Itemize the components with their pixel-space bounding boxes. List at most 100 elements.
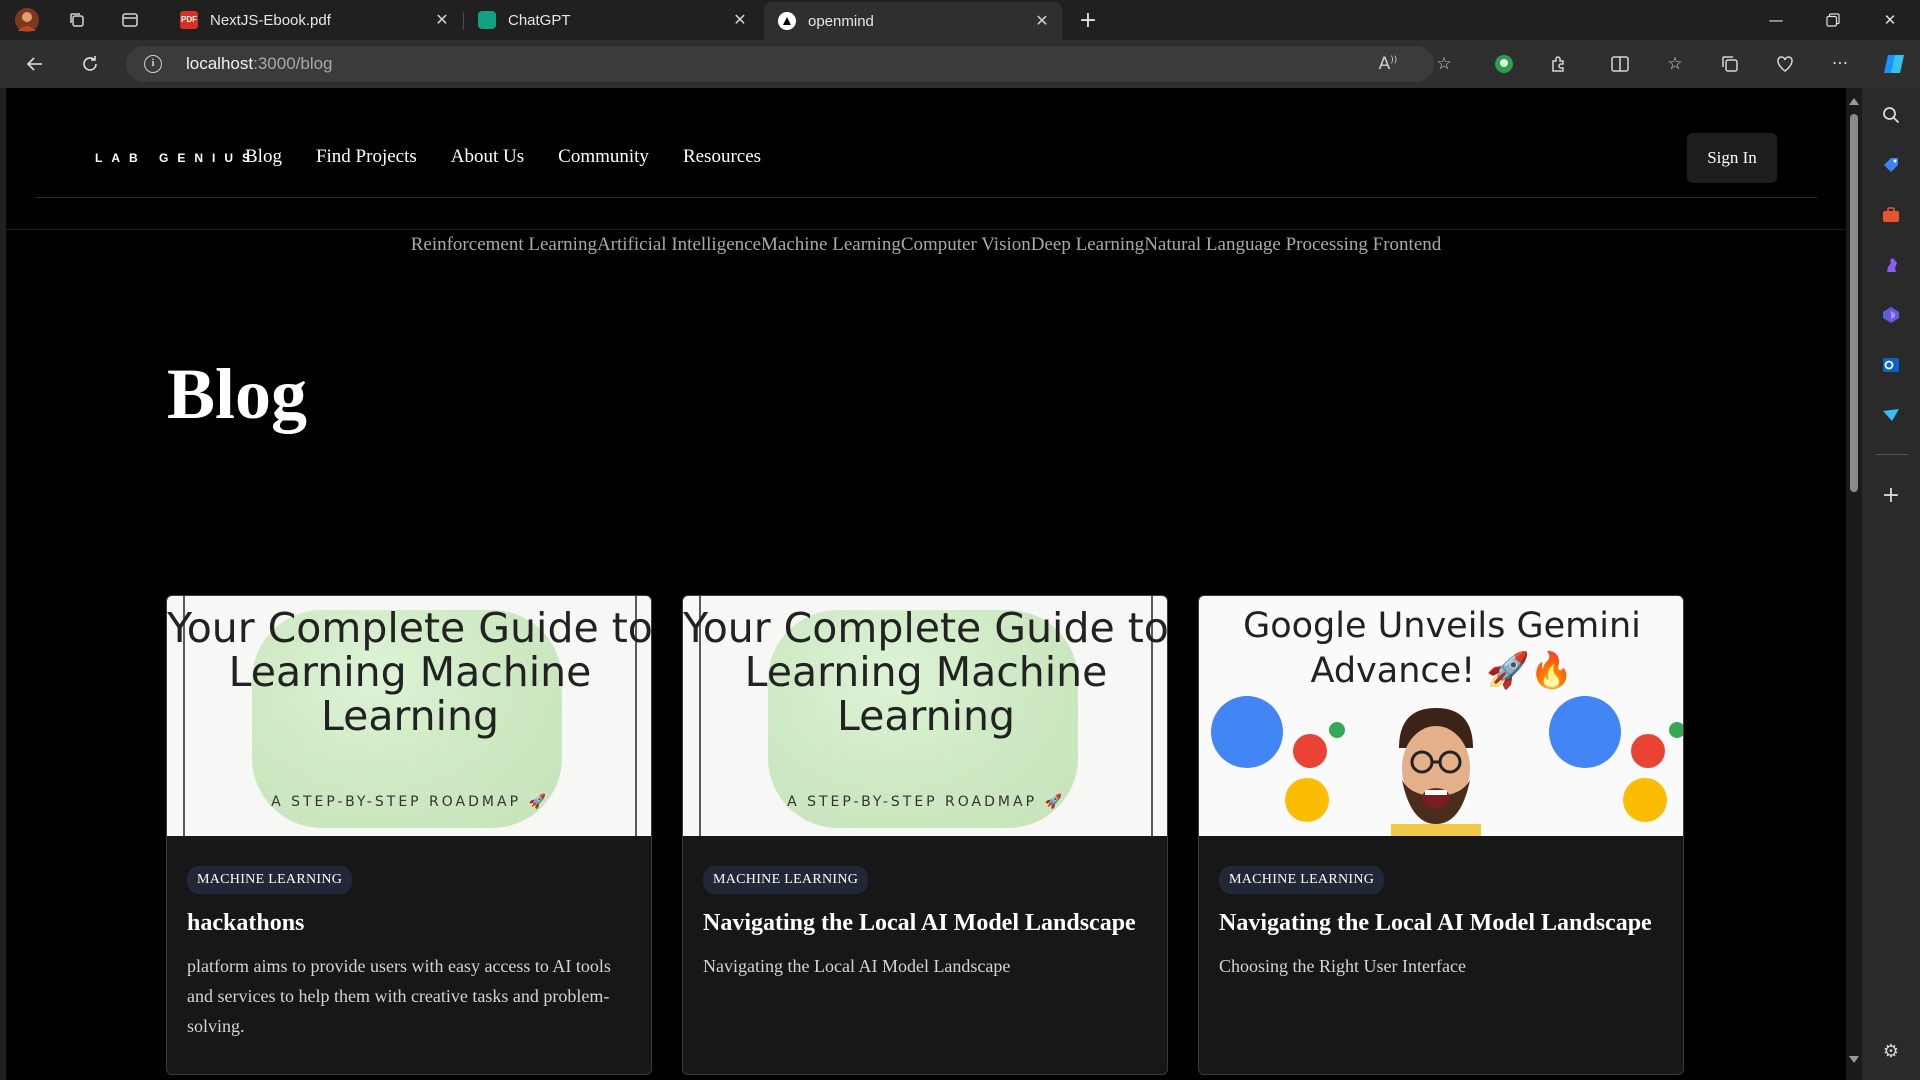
browser-toolbar: i localhost:3000/blog A)) ☆ ☆ ··· — [0, 40, 1920, 88]
settings-gear-icon[interactable]: ⚙ — [1878, 1038, 1904, 1064]
tools-briefcase-icon[interactable] — [1878, 202, 1904, 228]
category-computer-vision[interactable]: Computer Vision — [901, 234, 1031, 255]
add-sidebar-app-icon[interactable]: + — [1878, 482, 1904, 508]
google-dot-blue — [1211, 696, 1283, 768]
chatgpt-icon — [478, 11, 496, 29]
card-title[interactable]: Navigating the Local AI Model Landscape — [1219, 906, 1665, 941]
card-title[interactable]: hackathons — [187, 906, 633, 941]
google-dot-red — [1631, 734, 1665, 768]
minimize-icon[interactable]: — — [1748, 0, 1804, 40]
openmind-icon — [778, 12, 796, 30]
main-nav: Blog Find Projects About Us Community Re… — [245, 146, 795, 168]
restore-icon[interactable] — [1805, 0, 1861, 40]
category-artificial-intelligence[interactable]: Artificial Intelligence — [597, 234, 761, 255]
browser-essentials-icon[interactable] — [1771, 50, 1799, 78]
blog-card[interactable]: Your Complete Guide to Learning Machine … — [682, 595, 1168, 1075]
web-page: LAB GENIUS Blog Find Projects About Us C… — [6, 88, 1846, 1080]
new-tab-icon[interactable]: + — [1072, 6, 1104, 34]
category-natural-language-processing[interactable]: Natural Language Processing — [1144, 234, 1368, 255]
category-reinforcement-learning[interactable]: Reinforcement Learning — [411, 234, 597, 255]
address-bar[interactable]: i localhost:3000/blog A)) ☆ — [126, 46, 1452, 82]
profile-avatar-icon[interactable] — [13, 6, 41, 34]
card-thumbnail-image: Your Complete Guide to Learning Machine … — [167, 596, 652, 836]
google-dot-green — [1669, 722, 1683, 738]
nav-find-projects[interactable]: Find Projects — [316, 146, 417, 168]
tab-nextjs-ebook[interactable]: PDF NextJS-Ebook.pdf ✕ — [166, 0, 462, 40]
card-body: MACHINE LEARNING Navigating the Local AI… — [1219, 866, 1665, 981]
thumbnail-subtitle: A STEP-BY-STEP ROADMAP 🚀 — [787, 794, 1065, 810]
category-tag[interactable]: MACHINE LEARNING — [187, 866, 353, 894]
drop-send-icon[interactable] — [1878, 402, 1904, 428]
blog-card[interactable]: Your Complete Guide to Learning Machine … — [166, 595, 652, 1075]
scroll-up-arrow-icon[interactable] — [1849, 98, 1859, 105]
browser-tab-bar: PDF NextJS-Ebook.pdf ✕ ChatGPT ✕ openmin… — [0, 0, 1920, 40]
google-dot-yellow — [1623, 778, 1667, 822]
brand-logo[interactable]: LAB GENIUS — [95, 151, 259, 165]
card-description: platform aims to provide users with easy… — [187, 956, 611, 1036]
page-scrollbar[interactable] — [1846, 88, 1862, 1080]
page-title: Blog — [167, 354, 308, 434]
close-tab-icon[interactable]: ✕ — [1028, 11, 1056, 31]
search-icon[interactable] — [1878, 102, 1904, 128]
tab-title: ChatGPT — [508, 11, 571, 29]
nav-blog[interactable]: Blog — [245, 146, 282, 168]
category-machine-learning[interactable]: Machine Learning — [761, 234, 901, 255]
thumbnail-title: Google Unveils Gemini Advance! 🚀🔥 — [1243, 606, 1641, 691]
card-body: MACHINE LEARNING hackathons platform aim… — [187, 866, 633, 1041]
excited-man-illustration — [1391, 708, 1481, 836]
site-header: LAB GENIUS Blog Find Projects About Us C… — [35, 88, 1817, 198]
site-info-icon[interactable]: i — [144, 55, 162, 73]
workspaces-icon[interactable] — [63, 6, 91, 34]
category-deep-learning[interactable]: Deep Learning — [1031, 234, 1144, 255]
url-text[interactable]: localhost:3000/blog — [186, 54, 333, 74]
category-frontend[interactable]: Frontend — [1368, 234, 1442, 255]
card-body: MACHINE LEARNING Navigating the Local AI… — [703, 866, 1149, 981]
category-tag[interactable]: MACHINE LEARNING — [703, 866, 869, 894]
shopping-tag-icon[interactable] — [1878, 152, 1904, 178]
scroll-down-arrow-icon[interactable] — [1849, 1056, 1859, 1063]
vertical-tabs-icon[interactable] — [116, 6, 144, 34]
category-bar: Reinforcement LearningArtificial Intelli… — [6, 234, 1846, 256]
extension-green-icon[interactable] — [1490, 50, 1518, 78]
favorites-icon[interactable]: ☆ — [1661, 50, 1689, 78]
blog-card[interactable]: Google Unveils Gemini Advance! 🚀🔥 MACHIN… — [1198, 595, 1684, 1075]
card-thumbnail-image: Google Unveils Gemini Advance! 🚀🔥 — [1199, 596, 1683, 836]
tab-title: openmind — [808, 12, 874, 30]
back-arrow-icon[interactable] — [19, 48, 51, 80]
close-tab-icon[interactable]: ✕ — [428, 10, 456, 30]
games-chess-icon[interactable] — [1878, 252, 1904, 278]
pdf-icon: PDF — [180, 11, 198, 29]
split-screen-icon[interactable] — [1606, 50, 1634, 78]
tab-openmind[interactable]: openmind ✕ — [764, 2, 1062, 40]
sign-in-button[interactable]: Sign In — [1687, 133, 1777, 183]
tab-title: NextJS-Ebook.pdf — [210, 11, 331, 29]
google-dot-blue — [1549, 696, 1621, 768]
collections-icon[interactable] — [1716, 50, 1744, 78]
edge-sidebar: + ⚙ — [1862, 88, 1920, 1080]
copilot-icon[interactable] — [1880, 50, 1908, 78]
microsoft-365-icon[interactable] — [1878, 302, 1904, 328]
thumbnail-title: Your Complete Guide to Learning Machine … — [683, 604, 1168, 740]
category-tag[interactable]: MACHINE LEARNING — [1219, 866, 1385, 894]
outlook-icon[interactable] — [1878, 352, 1904, 378]
thumbnail-subtitle: A STEP-BY-STEP ROADMAP 🚀 — [271, 794, 549, 810]
read-aloud-icon[interactable]: A)) — [1376, 54, 1400, 74]
tab-chatgpt[interactable]: ChatGPT ✕ — [464, 0, 760, 40]
scroll-thumb[interactable] — [1850, 114, 1858, 492]
google-dot-yellow — [1285, 778, 1329, 822]
thumbnail-title: Your Complete Guide to Learning Machine … — [167, 604, 652, 740]
close-window-icon[interactable]: ✕ — [1862, 0, 1918, 40]
more-options-icon[interactable]: ··· — [1826, 50, 1854, 78]
extensions-puzzle-icon[interactable] — [1545, 50, 1573, 78]
nav-resources[interactable]: Resources — [683, 146, 761, 168]
favorite-star-icon[interactable]: ☆ — [1432, 54, 1456, 74]
nav-community[interactable]: Community — [558, 146, 649, 168]
card-description: Choosing the Right User Interface — [1219, 956, 1466, 976]
google-dot-red — [1293, 734, 1327, 768]
refresh-icon[interactable] — [74, 48, 106, 80]
nav-about-us[interactable]: About Us — [451, 146, 524, 168]
card-thumbnail-image: Your Complete Guide to Learning Machine … — [683, 596, 1168, 836]
sidebar-divider — [1876, 454, 1908, 455]
card-title[interactable]: Navigating the Local AI Model Landscape — [703, 906, 1149, 941]
close-tab-icon[interactable]: ✕ — [726, 10, 754, 30]
